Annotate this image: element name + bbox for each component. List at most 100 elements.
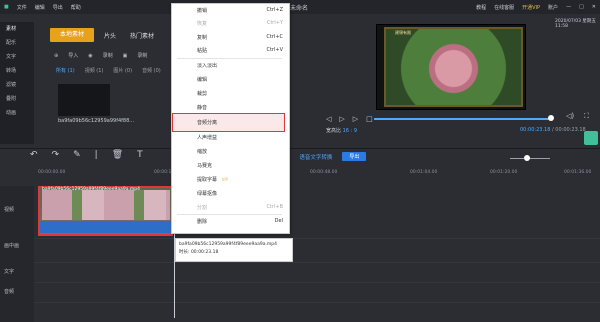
menu-item-edit[interactable]: 编辑 — [197, 76, 287, 83]
filter-all[interactable]: 所有 (1) — [56, 67, 75, 74]
logo-icon: ■ — [4, 4, 9, 10]
record-icon[interactable]: ◉ — [88, 53, 92, 59]
menu-item-label: 提取字幕 — [197, 177, 218, 183]
menu-item-shortcut: Ctrl+Y — [266, 20, 283, 26]
menu-edit[interactable]: 编辑 — [35, 4, 45, 11]
menu-item-label: 淡入淡出 — [197, 63, 218, 69]
menu-item-split[interactable]: 分割 Ctrl+B — [197, 204, 287, 211]
playback-progress[interactable] — [374, 118, 552, 120]
tooltip-filename: ba9fa09b56c12959a99f4f89eee9aa9a.mp4 — [179, 242, 277, 247]
pencil-icon[interactable]: ✎ — [73, 150, 81, 160]
stop-icon[interactable]: □ — [366, 115, 373, 123]
ruler-tick: 00:00:00.00 — [38, 170, 66, 175]
edit-tool-icons: ↶ ↷ ✎ | 🗑 T — [30, 150, 143, 160]
vip-badge: VIP — [221, 177, 228, 182]
account-button[interactable]: 账户 — [548, 4, 558, 11]
forward-icon[interactable]: ▷ — [353, 115, 358, 123]
sidebar-item-filter[interactable]: 滤镜 — [0, 78, 34, 92]
close-icon[interactable]: ✕ — [592, 4, 596, 10]
screen-record-icon[interactable]: ▣ — [123, 53, 128, 59]
zoom-slider[interactable] — [510, 158, 550, 159]
menu-item-voice-gain[interactable]: 人声增益 — [197, 134, 287, 141]
export-button[interactable]: 导出 — [342, 152, 367, 161]
preview-frame — [384, 27, 523, 107]
delete-icon[interactable]: 🗑 — [112, 150, 123, 160]
record-button[interactable]: 录制 — [103, 52, 113, 59]
vip-button[interactable]: 开通VIP — [522, 4, 540, 11]
play-icon[interactable]: ▷ — [339, 115, 344, 123]
volume-icon[interactable]: ◁) — [566, 112, 574, 120]
sidebar-item-text[interactable]: 文字 — [0, 50, 34, 64]
menu-item-redo[interactable]: 恢复 Ctrl+Y — [197, 20, 287, 27]
maximize-icon[interactable]: □ — [579, 4, 584, 10]
sidebar-item-overlay[interactable]: 叠附 — [0, 92, 34, 106]
sidebar-item-transition[interactable]: 转场 — [0, 64, 34, 78]
zoom-knob[interactable] — [524, 155, 530, 161]
fullscreen-icon[interactable]: ⛶ — [584, 112, 589, 121]
ruler-tick: 00:01:20.00 — [490, 170, 518, 175]
tab-hot-media[interactable]: 热门素材 — [126, 31, 158, 40]
tutorial-link[interactable]: 教程 — [476, 4, 486, 11]
menu-item-audio-separate[interactable]: 音频分离 — [197, 119, 287, 126]
preview-timestamp: 2020/07/03 星期五 11:58 — [555, 19, 596, 29]
menu-item-undo[interactable]: 撤销 Ctrl+Z — [197, 7, 287, 14]
timeline-ruler[interactable]: 00:00:00.00 00:00:16.00 00:00:48.00 00:0… — [34, 168, 600, 180]
track-divider — [34, 262, 600, 263]
menu-item-label: 分割 — [197, 205, 208, 211]
aspect-ratio-value[interactable]: 16 : 9 — [343, 128, 357, 134]
menu-item-shortcut: Del — [274, 218, 283, 224]
menu-item-mosaic[interactable]: 马赛克 — [197, 162, 287, 169]
menu-item-mute[interactable]: 静音 — [197, 104, 287, 111]
tab-intro[interactable]: 片头 — [100, 31, 120, 40]
rewind-icon[interactable]: ◁ — [326, 115, 331, 123]
menu-item-crop[interactable]: 裁剪 — [197, 90, 287, 97]
menu-item-label: 缩放 — [197, 149, 208, 155]
text-tool-icon[interactable]: T — [137, 150, 143, 160]
tab-local-media[interactable]: 本地素材 — [50, 28, 95, 42]
menu-item-label: 复制 — [197, 35, 208, 41]
menu-item-shortcut: Ctrl+Z — [266, 7, 283, 13]
menu-item-copy[interactable]: 复制 Ctrl+C — [197, 34, 287, 41]
menu-item-paste[interactable]: 粘贴 Ctrl+V — [197, 47, 287, 54]
clip-tooltip: ba9fa09b56c12959a99f4f89eee9aa9a.mp4 时长:… — [175, 238, 293, 262]
timecode-display: 00:00:23.18 / 00:00:23.18 — [520, 127, 586, 133]
filter-video[interactable]: 视频 (1) — [85, 67, 104, 74]
menu-item-green-screen[interactable]: 绿幕抠像 — [197, 190, 287, 197]
sidebar-item-music[interactable]: 配乐 — [0, 36, 34, 50]
menu-export[interactable]: 导出 — [53, 4, 63, 11]
menu-item-label: 静音 — [197, 105, 208, 111]
track-pip-label: 画中画 — [4, 243, 20, 249]
menu-item-label: 马赛克 — [197, 163, 213, 169]
menu-item-zoom[interactable]: 缩放 — [197, 148, 287, 155]
menu-file[interactable]: 文件 — [17, 4, 27, 11]
support-link[interactable]: 在线客服 — [494, 4, 514, 11]
menu-item-extract-subtitles[interactable]: 提取字幕 VIP — [197, 176, 287, 183]
import-button[interactable]: 导入 — [68, 52, 78, 59]
speech-to-text-button[interactable]: 语音文字转换 — [299, 153, 332, 161]
split-icon[interactable]: | — [95, 150, 98, 160]
menu-item-delete[interactable]: 删除 Del — [197, 218, 287, 225]
redo-icon[interactable]: ↷ — [52, 150, 60, 160]
menu-item-shortcut: Ctrl+V — [266, 47, 283, 53]
track-video-label: 视频 — [4, 207, 15, 213]
import-icon[interactable]: ⊕ — [54, 53, 58, 59]
media-thumbnail-name: ba9fa09b56c12959a99f4f88... — [58, 118, 135, 124]
menu-item-label: 音频分离 — [197, 120, 218, 126]
aspect-ratio[interactable]: 宽高比 16 : 9 — [326, 127, 357, 134]
menu-item-fade[interactable]: 淡入淡出 — [197, 62, 287, 69]
screen-record-button[interactable]: 录制 — [137, 52, 147, 59]
media-thumbnail[interactable] — [58, 84, 110, 116]
minimize-icon[interactable]: — — [566, 4, 571, 10]
undo-icon[interactable]: ↶ — [30, 150, 38, 160]
filter-image[interactable]: 图片 (0) — [113, 67, 132, 74]
sidebar-item-animation[interactable]: 动画 — [0, 106, 34, 120]
menu-item-shortcut: Ctrl+B — [266, 204, 283, 210]
tooltip-duration: 时长: 00:00:23.18 — [179, 250, 219, 255]
filter-audio[interactable]: 音频 (0) — [142, 67, 161, 74]
floating-logo-icon[interactable] — [584, 131, 598, 145]
menu-help[interactable]: 帮助 — [71, 4, 81, 11]
progress-knob[interactable] — [548, 115, 554, 121]
category-sidebar: 素材 配乐 文字 转场 滤镜 叠附 动画 — [0, 22, 34, 144]
sidebar-item-media[interactable]: 素材 — [0, 22, 34, 36]
current-time: 00:00:23.18 — [520, 127, 551, 133]
